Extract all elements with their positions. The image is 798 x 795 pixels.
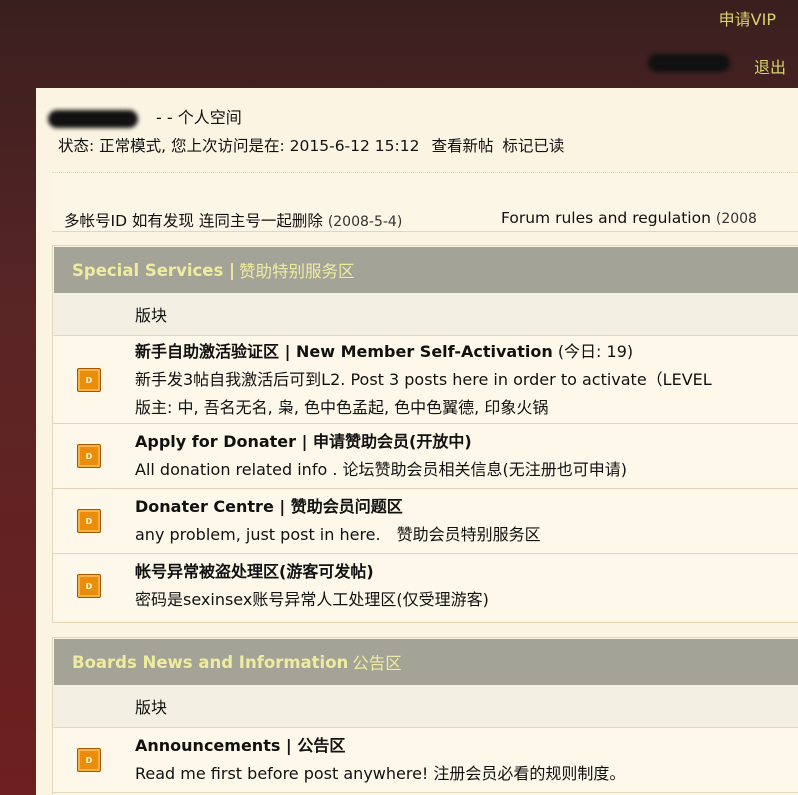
announcement-title[interactable]: 多帐号ID 如有发现 连同主号一起删除 — [64, 212, 323, 230]
forum-section-special-services: Special Services | 赞助特别服务区 版块 D 新手自助激活验证… — [52, 245, 798, 623]
section-title-en[interactable]: Boards News and Information — [72, 653, 348, 672]
forum-description: All donation related info . 论坛赞助会员相关信息(无… — [135, 460, 627, 479]
view-new-posts-link[interactable]: 查看新帖 — [431, 137, 493, 155]
section-title-cn[interactable]: 赞助特别服务区 — [239, 258, 355, 282]
forum-title-link[interactable]: 新手自助激活验证区 | New Member Self-Activation — [135, 342, 553, 361]
forum-title-link[interactable]: 帐号异常被盗处理区(游客可发帖) — [135, 562, 374, 581]
announcement-date: (2008 — [715, 211, 757, 227]
forum-status-icon: D — [77, 444, 101, 468]
section-title-cn[interactable]: 公告区 — [352, 650, 402, 674]
forum-moderators: 版主: 中, 吾名无名, 枭, 色中色孟起, 色中色翼德, 印象火锅 — [135, 398, 549, 417]
section-header[interactable]: Boards News and Information 公告区 — [54, 639, 798, 685]
personal-space-line: - - 个人空间 — [48, 104, 242, 128]
personal-space-label[interactable]: - - 个人空间 — [156, 108, 242, 127]
forum-description: any problem, just post in here. 赞助会员特别服务… — [135, 525, 541, 544]
status-line: 状态: 正常模式, 您上次访问是在: 2015-6-12 15:12 查看新帖 标… — [58, 134, 564, 156]
forum-status-icon: D — [77, 368, 101, 392]
announcement-item[interactable]: Forum rules and regulation (2008 — [501, 209, 757, 227]
forum-info: 帐号异常被盗处理区(游客可发帖) 密码是sexinsex账号异常人工处理区(仅受… — [135, 558, 489, 614]
apply-vip-link[interactable]: 申请VIP — [719, 6, 776, 30]
announcement-date: (2008-5-4) — [327, 214, 403, 230]
redacted-user-link[interactable] — [48, 109, 138, 128]
announcement-item[interactable]: 多帐号ID 如有发现 连同主号一起删除 (2008-5-4) — [64, 209, 402, 231]
forum-title-link[interactable]: Apply for Donater | 申请赞助会员(开放中) — [135, 432, 472, 451]
column-header-forum: 版块 — [53, 293, 798, 336]
announcement-ticker: 多帐号ID 如有发现 连同主号一起删除 (2008-5-4) Forum rul… — [52, 172, 798, 232]
logout-link[interactable]: 退出 — [754, 54, 786, 78]
forum-description: Read me first before post anywhere! 注册会员… — [135, 764, 626, 783]
forum-row: D Announcements | 公告区 Read me first befo… — [53, 728, 798, 793]
forum-description: 新手发3帖自我激活后可到L2. Post 3 posts here in ord… — [135, 370, 712, 389]
mark-read-link[interactable]: 标记已读 — [502, 137, 564, 155]
top-bar: 申请VIP 退出 — [0, 0, 798, 88]
forum-info: Donater Centre | 赞助会员问题区 any problem, ju… — [135, 493, 541, 549]
forum-title-link[interactable]: Donater Centre | 赞助会员问题区 — [135, 497, 403, 516]
column-header-label: 版块 — [135, 306, 168, 325]
forum-status-icon: D — [77, 509, 101, 533]
forum-status-icon: D — [77, 574, 101, 598]
forum-row: D Donater Centre | 赞助会员问题区 any problem, … — [53, 489, 798, 554]
forum-info: Announcements | 公告区 Read me first before… — [135, 732, 625, 788]
forum-row: D 新手自助激活验证区 | New Member Self-Activation… — [53, 336, 798, 424]
today-post-count: (今日: 19) — [557, 342, 634, 361]
redacted-username — [648, 54, 730, 72]
forum-title-link[interactable]: Announcements | 公告区 — [135, 736, 345, 755]
announcement-title[interactable]: Forum rules and regulation — [501, 209, 711, 227]
forum-status-icon: D — [77, 748, 101, 772]
section-header[interactable]: Special Services | 赞助特别服务区 — [54, 247, 798, 293]
column-header-label: 版块 — [135, 698, 168, 717]
forum-info: 新手自助激活验证区 | New Member Self-Activation (… — [135, 338, 712, 422]
main-content: - - 个人空间 状态: 正常模式, 您上次访问是在: 2015-6-12 15… — [36, 88, 798, 795]
forum-info: Apply for Donater | 申请赞助会员(开放中) All dona… — [135, 428, 627, 484]
column-header-forum: 版块 — [53, 685, 798, 728]
forum-section-boards-news: Boards News and Information 公告区 版块 D Ann… — [52, 637, 798, 795]
forum-row: D Apply for Donater | 申请赞助会员(开放中) All do… — [53, 424, 798, 489]
forum-description: 密码是sexinsex账号异常人工处理区(仅受理游客) — [135, 590, 489, 609]
section-title-en[interactable]: Special Services | — [72, 261, 235, 280]
forum-row: D 帐号异常被盗处理区(游客可发帖) 密码是sexinsex账号异常人工处理区(… — [53, 554, 798, 620]
status-text: 状态: 正常模式, 您上次访问是在: 2015-6-12 15:12 — [58, 137, 420, 155]
